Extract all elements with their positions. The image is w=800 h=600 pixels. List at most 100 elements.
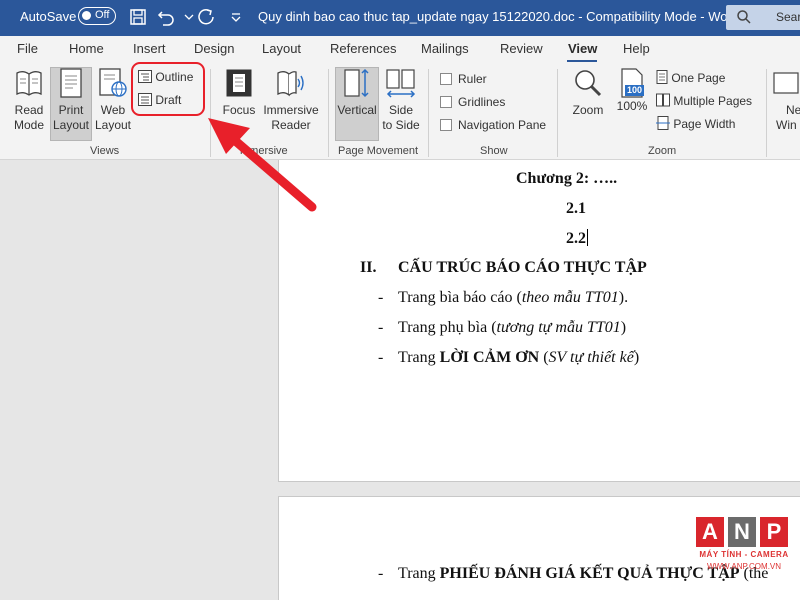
gridlines-checkbox[interactable]: [440, 96, 452, 108]
item3-end: ): [633, 349, 640, 366]
immersive-reader-line2: Reader: [271, 118, 311, 132]
one-page-label: One Page: [671, 71, 726, 85]
zoom-label: Zoom: [572, 103, 604, 117]
zoom-button[interactable]: Zoom: [566, 67, 610, 118]
focus-label: Focus: [222, 103, 256, 117]
new-window-button[interactable]: Ne Win: [772, 67, 800, 133]
navigation-pane-label: Navigation Pane: [458, 118, 547, 132]
autosave-state: Off: [95, 9, 110, 21]
heading-chuong: Chương 2: …..: [516, 170, 618, 187]
immersive-reader-button[interactable]: Immersive Reader: [261, 67, 321, 133]
bullet: -: [378, 349, 384, 366]
active-tab-indicator: [567, 60, 597, 62]
document-title: Quy dinh bao cao thuc tap_update ngay 15…: [258, 9, 740, 24]
tab-layout[interactable]: Layout: [262, 41, 301, 56]
heading-2-1: 2.1: [566, 200, 586, 217]
tab-view[interactable]: View: [568, 41, 597, 56]
item4-text: Trang: [398, 565, 440, 582]
hundred-percent-button[interactable]: 100 100%: [612, 67, 652, 114]
anp-letter-p: P: [760, 517, 788, 547]
anp-watermark-logo: A N P MÁY TÍNH - CAMERA WWW.ANP.COM.VN: [694, 517, 794, 587]
outline-draft-highlight: [131, 62, 205, 116]
page-movement-group-label: Page Movement: [338, 145, 419, 157]
page-icon: [60, 68, 82, 98]
page-width-button[interactable]: Page Width: [656, 116, 756, 132]
anp-url: WWW.ANP.COM.VN: [706, 562, 782, 571]
tab-home[interactable]: Home: [69, 41, 104, 56]
section-title: CẤU TRÚC BÁO CÁO THỰC TẬP: [398, 259, 647, 276]
anp-letter-a: A: [696, 517, 724, 547]
navigation-pane-checkbox[interactable]: [440, 119, 452, 131]
search-icon: [737, 10, 751, 24]
multiple-pages-button[interactable]: Multiple Pages: [656, 93, 766, 109]
save-icon[interactable]: [127, 6, 149, 28]
hundred-page-icon: 100: [619, 67, 645, 99]
title-bar: AutoSave Off Quy dinh bao cao thuc tap_u…: [0, 0, 800, 36]
hundred-percent-label: 100%: [616, 99, 648, 113]
separator: [210, 69, 211, 157]
item3-italic: SV tự thiết kế: [548, 349, 634, 366]
item1-italic: theo mẫu TT01: [521, 289, 619, 306]
ruler-label: Ruler: [458, 72, 487, 86]
anp-subtitle: MÁY TÍNH - CAMERA: [699, 550, 789, 559]
web-layout-line2: Layout: [94, 118, 132, 132]
anp-letter-n: N: [728, 517, 756, 547]
print-layout-line1: Print: [58, 103, 84, 117]
ribbon-tabs: File Home Insert Design Layout Reference…: [0, 36, 800, 63]
item2-end: ): [620, 319, 627, 336]
separator: [766, 69, 767, 157]
heading-2-2-text: 2.2: [566, 230, 586, 247]
read-mode-line2: Mode: [13, 118, 45, 132]
item3-paren: (: [539, 349, 549, 366]
tab-help[interactable]: Help: [623, 41, 650, 56]
focus-icon: [226, 69, 252, 97]
web-layout-button[interactable]: Web Layout: [92, 67, 134, 133]
item3-bold: LỜI CẢM ƠN: [439, 349, 540, 366]
tab-review[interactable]: Review: [500, 41, 543, 56]
read-mode-line1: Read: [14, 103, 44, 117]
item2-text: Trang phụ bìa (: [398, 319, 497, 336]
bullet: -: [378, 565, 384, 582]
separator: [328, 69, 329, 157]
item1-end: ).: [618, 289, 629, 306]
side-to-side-button[interactable]: Side to Side: [380, 67, 422, 133]
show-group-label: Show: [480, 145, 508, 157]
hundred-badge: 100: [625, 85, 645, 96]
customize-toolbar-icon[interactable]: [225, 6, 247, 28]
tab-references[interactable]: References: [330, 41, 396, 56]
focus-button[interactable]: Focus: [218, 67, 260, 118]
bullet: -: [378, 289, 384, 306]
immersive-reader-line1: Immersive: [263, 103, 319, 117]
toggle-knob: [82, 11, 91, 20]
list-item-3: Trang LỜI CẢM ƠN (SV tự thiết kế): [398, 349, 639, 367]
autosave-label: AutoSave: [20, 9, 77, 24]
search-box[interactable]: Sear: [726, 5, 800, 30]
tab-file[interactable]: File: [17, 41, 38, 56]
separator: [557, 69, 558, 157]
multiple-pages-label: Multiple Pages: [673, 94, 753, 108]
search-label: Sear: [776, 10, 800, 24]
gridlines-label: Gridlines: [458, 95, 506, 109]
read-mode-button[interactable]: Read Mode: [8, 67, 50, 133]
magnifier-icon: [575, 70, 602, 97]
heading-2-2: 2.2: [566, 229, 588, 248]
immersive-group-label: mmersive: [240, 145, 288, 157]
ruler-checkbox[interactable]: [440, 73, 452, 85]
print-layout-button[interactable]: Print Layout: [50, 67, 92, 133]
one-page-button[interactable]: One Page: [656, 70, 756, 86]
autosave-toggle[interactable]: Off: [78, 7, 116, 25]
book-icon: [16, 71, 42, 96]
web-layout-line1: Web: [100, 103, 126, 117]
new-window-line1: Ne: [786, 103, 800, 117]
undo-icon[interactable]: [156, 6, 178, 28]
tab-design[interactable]: Design: [194, 41, 234, 56]
immersive-reader-icon: [277, 71, 304, 97]
item3-text: Trang: [398, 349, 440, 366]
redo-icon[interactable]: [195, 6, 217, 28]
vertical-label: Vertical: [337, 103, 377, 117]
tab-insert[interactable]: Insert: [133, 41, 166, 56]
vertical-button[interactable]: Vertical: [335, 67, 379, 118]
one-page-icon: [656, 70, 668, 84]
tab-mailings[interactable]: Mailings: [421, 41, 469, 56]
multiple-pages-icon: [656, 93, 670, 107]
